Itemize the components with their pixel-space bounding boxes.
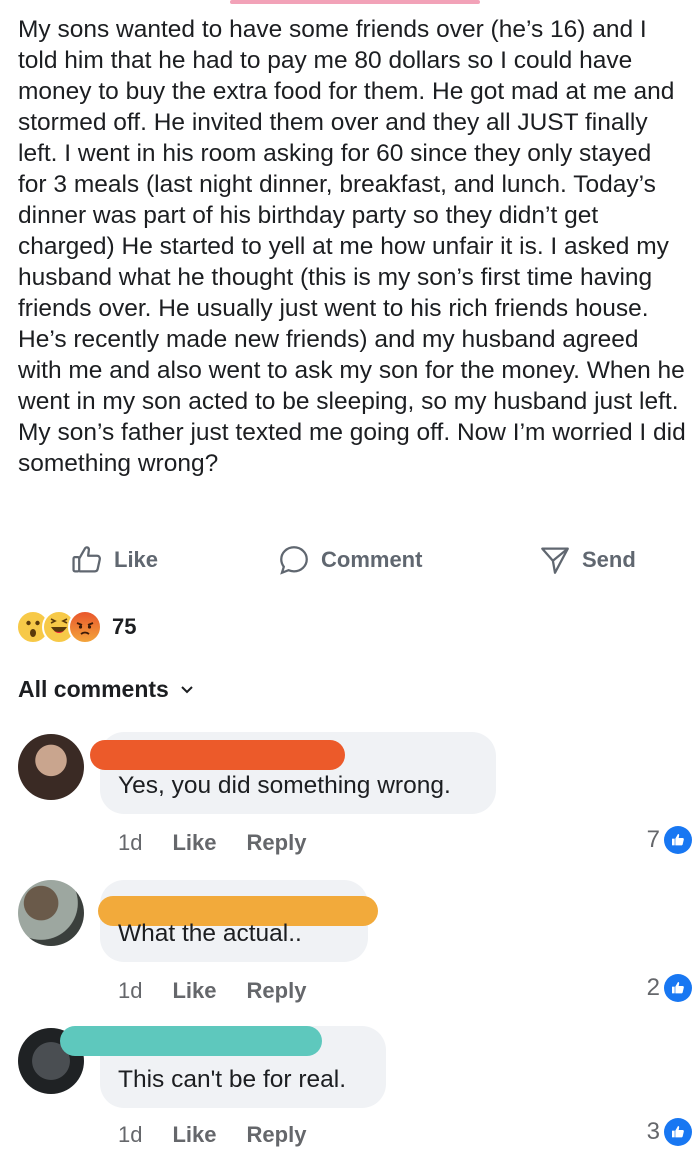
like-badge-icon bbox=[664, 974, 692, 1002]
comment-button-label: Comment bbox=[321, 547, 423, 572]
comment-time: 1d bbox=[118, 830, 143, 855]
redacted-name-mark bbox=[90, 740, 345, 770]
comment-reply-link[interactable]: Reply bbox=[247, 1122, 307, 1148]
comment-text: This can't be for real. bbox=[118, 1066, 347, 1093]
comment-reply-link[interactable]: Reply bbox=[247, 978, 307, 1004]
comment-reply-link[interactable]: Reply bbox=[247, 830, 307, 856]
comment-time: 1d bbox=[118, 978, 143, 1003]
thumbs-up-icon bbox=[70, 543, 104, 577]
comment-like-number: 2 bbox=[646, 974, 660, 1001]
comment-meta: 1d Like Reply bbox=[118, 1122, 306, 1148]
post-text: My sons wanted to have some friends over… bbox=[18, 16, 686, 477]
comment-bubble: This can't be for real. bbox=[60, 1026, 386, 1108]
comment-meta: 1d Like Reply bbox=[118, 830, 306, 856]
comment-like-number: 7 bbox=[646, 826, 660, 853]
comment-bubble: Yes, you did something wrong. bbox=[90, 732, 496, 814]
comment-like-count[interactable]: 2 bbox=[647, 974, 692, 1002]
comment-text: Yes, you did something wrong. bbox=[118, 772, 451, 799]
comment-time: 1d bbox=[118, 1122, 143, 1147]
reaction-summary[interactable]: 75 bbox=[16, 610, 136, 644]
redacted-name-mark bbox=[60, 1026, 322, 1056]
like-badge-icon bbox=[664, 826, 692, 854]
comment-like-link[interactable]: Like bbox=[172, 978, 216, 1004]
post-action-bar: Like Comment Send bbox=[0, 538, 700, 582]
comment-like-number: 3 bbox=[646, 1118, 660, 1145]
comment-bubble-icon bbox=[277, 543, 311, 577]
commenter-avatar[interactable] bbox=[18, 734, 84, 800]
like-button[interactable]: Like bbox=[70, 538, 158, 582]
comment-button[interactable]: Comment bbox=[277, 538, 422, 582]
send-button[interactable]: Send bbox=[538, 538, 636, 582]
comment-text: What the actual.. bbox=[118, 920, 302, 947]
comments-sort-dropdown[interactable]: All comments bbox=[18, 676, 195, 703]
send-button-label: Send bbox=[582, 547, 636, 572]
comment-bubble: What the actual.. bbox=[98, 880, 378, 962]
angry-emoji-icon bbox=[68, 610, 102, 644]
reaction-count: 75 bbox=[112, 614, 137, 639]
comments-sort-label: All comments bbox=[18, 676, 169, 702]
chevron-down-icon bbox=[179, 676, 195, 703]
comment-like-link[interactable]: Like bbox=[172, 830, 216, 856]
send-icon bbox=[538, 543, 572, 577]
comment-like-count[interactable]: 7 bbox=[647, 826, 692, 854]
like-button-label: Like bbox=[114, 547, 159, 572]
top-accent-bar bbox=[230, 0, 480, 4]
comment-like-count[interactable]: 3 bbox=[647, 1118, 692, 1146]
comment-like-link[interactable]: Like bbox=[172, 1122, 216, 1148]
commenter-avatar[interactable] bbox=[18, 880, 84, 946]
like-badge-icon bbox=[664, 1118, 692, 1146]
comment-meta: 1d Like Reply bbox=[118, 978, 306, 1004]
